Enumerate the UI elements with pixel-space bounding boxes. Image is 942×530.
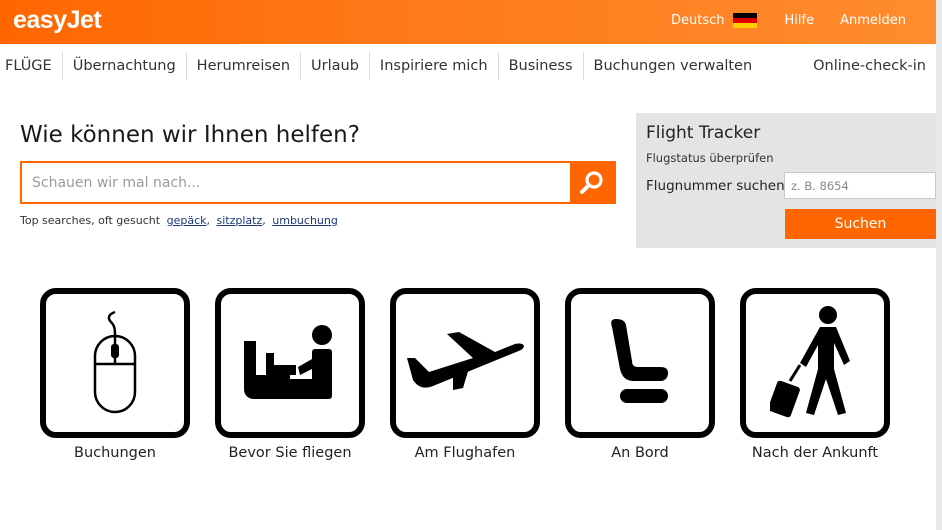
top-search-link[interactable]: umbuchung (272, 214, 338, 227)
tile-box (565, 288, 715, 438)
tile-bevor-sie-fliegen[interactable]: Bevor Sie fliegen (215, 288, 365, 461)
tile-label: An Bord (611, 445, 669, 461)
tile-am-flughafen[interactable]: Am Flughafen (390, 288, 540, 461)
login-link[interactable]: Anmelden (840, 13, 906, 28)
tracker-search-button[interactable]: Suchen (785, 209, 936, 239)
tile-nach-der-ankunft[interactable]: Nach der Ankunft (740, 288, 890, 461)
top-bar: easyJet Deutsch Hilfe Anmelden (0, 0, 936, 44)
nav-item-business[interactable]: Business (499, 52, 584, 80)
flight-number-input[interactable] (784, 172, 936, 199)
top-searches: Top searches, oft gesucht gepäck, sitzpl… (20, 214, 338, 227)
tile-box (390, 288, 540, 438)
main-nav: FLÜGE Übernachtung Herumreisen Urlaub In… (0, 50, 936, 82)
traveler-with-suitcase-icon (770, 306, 850, 418)
easyjet-logo[interactable]: easyJet (13, 6, 102, 35)
search-input[interactable] (22, 163, 570, 202)
tile-label: Nach der Ankunft (751, 445, 879, 461)
check-in-desk-icon (244, 325, 332, 399)
top-searches-label: Top searches, oft gesucht (20, 214, 161, 227)
seat-icon (611, 319, 668, 403)
mouse-icon (93, 310, 137, 414)
tile-label: Am Flughafen (414, 445, 516, 461)
tile-box (215, 288, 365, 438)
flight-tracker-subtitle: Flugstatus überprüfen (646, 151, 774, 165)
tile-box (740, 288, 890, 438)
top-search-link[interactable]: sitzplatz (217, 214, 263, 227)
search-icon (580, 170, 603, 194)
flight-tracker-title: Flight Tracker (646, 123, 761, 143)
tile-buchungen[interactable]: Buchungen (40, 288, 190, 461)
flight-number-label: Flugnummer suchen (646, 178, 785, 194)
airplane-icon (407, 332, 524, 390)
nav-item-herumreisen[interactable]: Herumreisen (187, 52, 302, 80)
german-flag-icon (732, 13, 757, 28)
language-selector[interactable]: Deutsch (671, 13, 757, 28)
scrollbar[interactable] (936, 0, 942, 530)
top-search-link[interactable]: gepäck (167, 214, 207, 227)
tile-box (40, 288, 190, 438)
nav-item-buchungen-verwalten[interactable]: Buchungen verwalten (584, 52, 763, 80)
help-link[interactable]: Hilfe (785, 13, 815, 28)
search-box (20, 161, 616, 204)
tile-label: Buchungen (74, 445, 156, 461)
top-links: Deutsch Hilfe Anmelden (671, 13, 906, 28)
search-button[interactable] (570, 163, 614, 202)
tile-an-bord[interactable]: An Bord (565, 288, 715, 461)
online-checkin-link[interactable]: Online-check-in (813, 52, 926, 80)
nav-item-urlaub[interactable]: Urlaub (301, 52, 370, 80)
help-heading: Wie können wir Ihnen helfen? (20, 122, 360, 148)
nav-item-inspiriere-mich[interactable]: Inspiriere mich (370, 52, 499, 80)
tile-label: Bevor Sie fliegen (228, 445, 352, 461)
nav-item-fluege[interactable]: FLÜGE (0, 52, 63, 80)
nav-item-uebernachtung[interactable]: Übernachtung (63, 52, 187, 80)
language-label: Deutsch (671, 13, 725, 28)
flight-tracker-panel: Flight Tracker Flugstatus überprüfen Flu… (636, 113, 936, 248)
